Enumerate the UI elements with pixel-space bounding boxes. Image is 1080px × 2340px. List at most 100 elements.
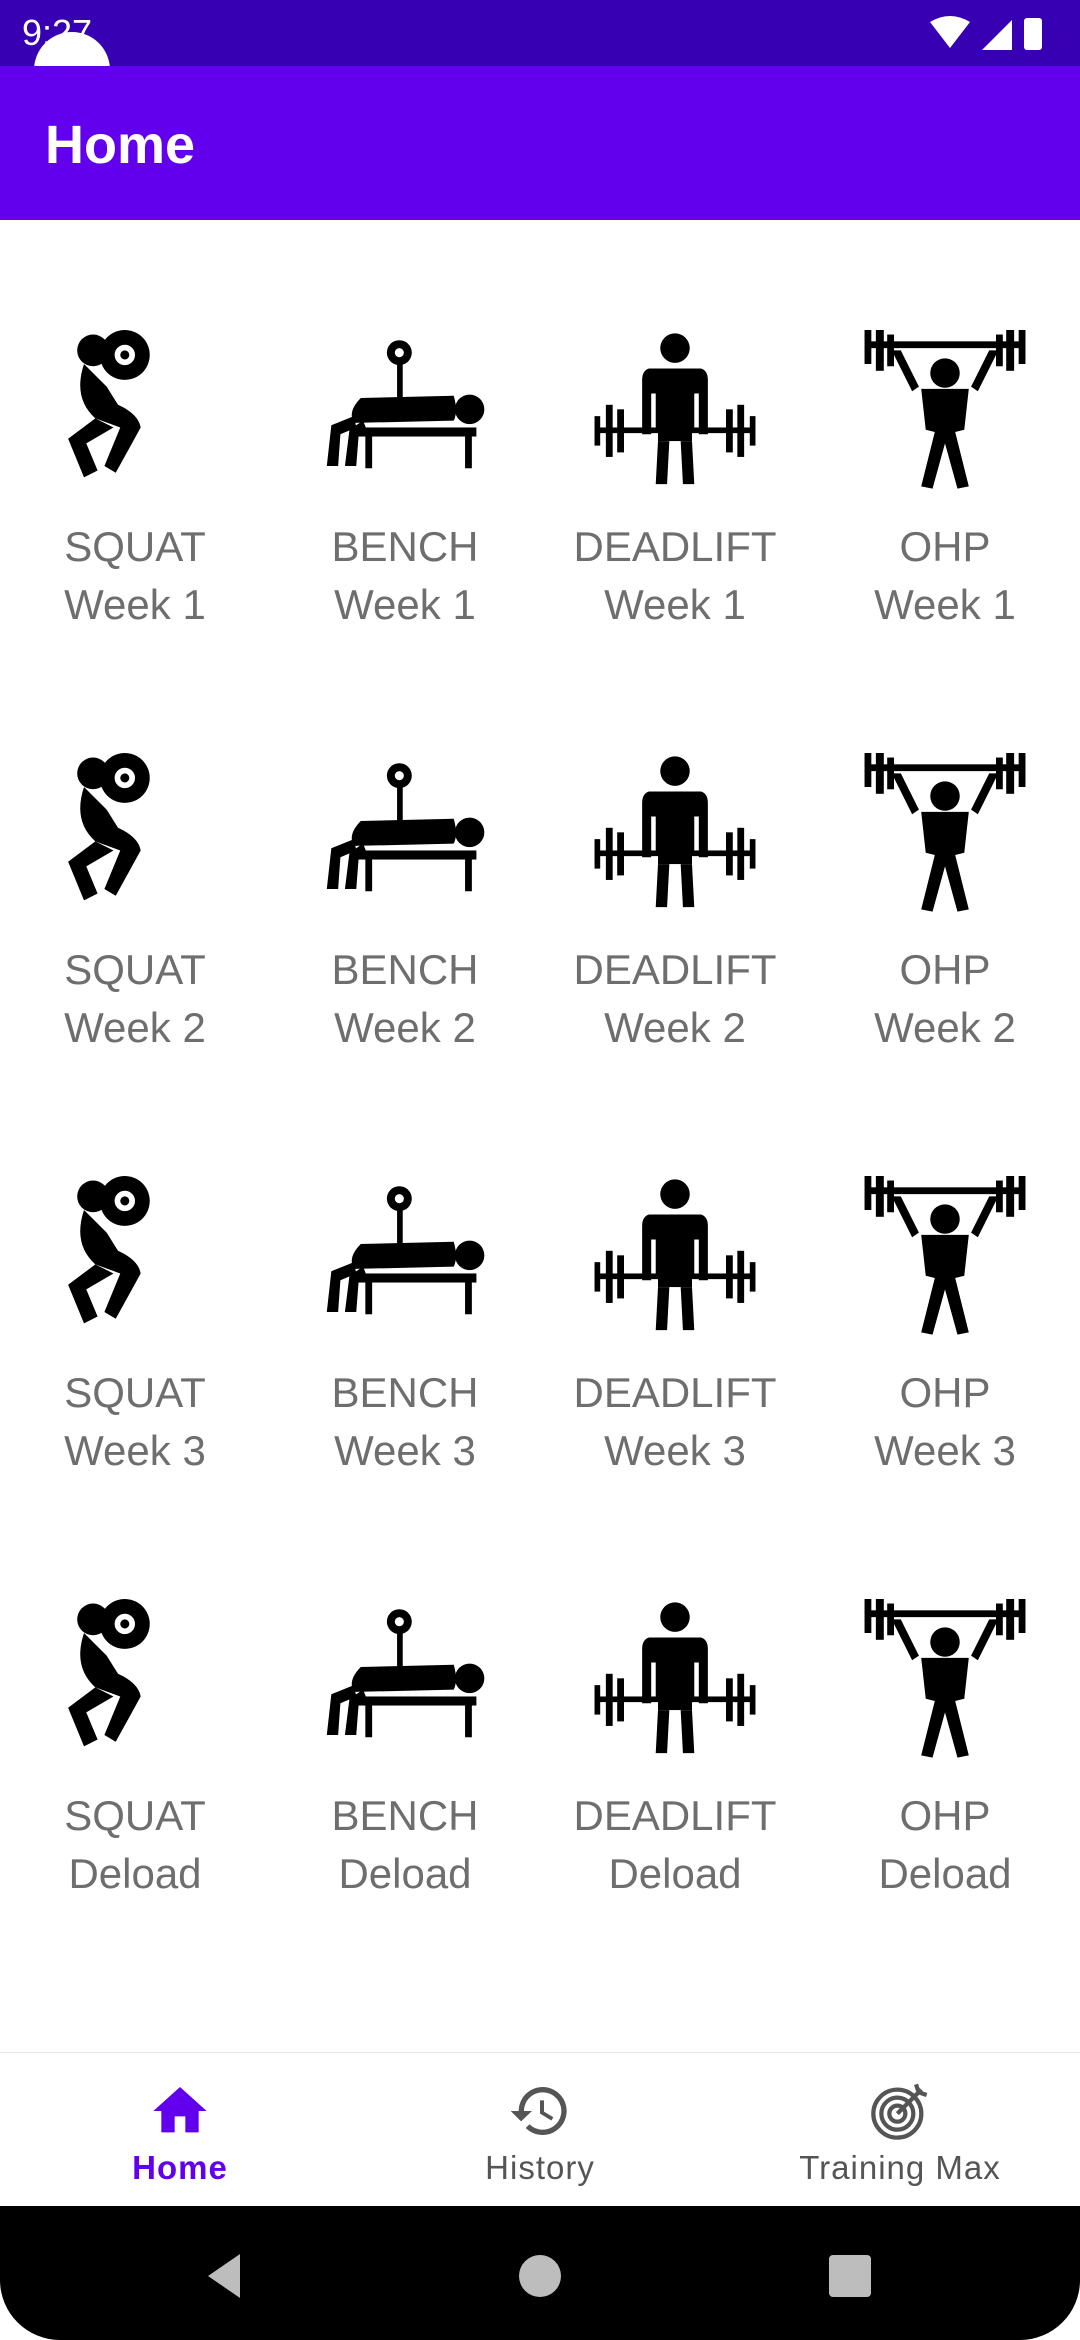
wifi-icon	[930, 16, 970, 48]
tile-label: OHP Week 1	[874, 518, 1016, 634]
tile-lift-name: DEADLIFT	[573, 946, 777, 993]
tile-week: Deload	[338, 1850, 472, 1897]
nav-item-history[interactable]: History	[360, 2053, 720, 2207]
home-icon	[153, 2087, 207, 2133]
workout-tile[interactable]: OHP Week 2	[810, 723, 1080, 1083]
bench-press-icon	[326, 340, 485, 469]
tile-lift-name: OHP	[899, 523, 991, 570]
tile-lift-name: SQUAT	[64, 1369, 206, 1416]
tile-lift-name: OHP	[899, 1369, 991, 1416]
bottom-navigation: Home History Training Max	[0, 2052, 1080, 2207]
deadlift-icon	[594, 333, 756, 485]
squat-icon	[68, 1599, 150, 1747]
tile-week: Week 1	[334, 581, 476, 628]
deadlift-icon	[594, 756, 756, 908]
target-icon	[871, 2083, 928, 2140]
workout-tile[interactable]: BENCH Week 1	[270, 300, 540, 660]
bench-press-icon	[326, 1186, 485, 1315]
tile-label: BENCH Week 2	[331, 941, 478, 1057]
tile-week: Deload	[878, 1850, 1012, 1897]
tile-label: SQUAT Week 2	[64, 941, 206, 1057]
system-navigation-bar	[0, 2206, 1080, 2340]
tile-label: DEADLIFT Week 2	[573, 941, 776, 1057]
tile-lift-name: DEADLIFT	[573, 1792, 777, 1839]
workout-tile[interactable]: BENCH Deload	[270, 1569, 540, 1929]
status-icons	[930, 16, 1042, 50]
squat-icon	[68, 330, 150, 478]
tile-lift-name: DEADLIFT	[573, 1369, 777, 1416]
page-title: Home	[45, 115, 196, 175]
tile-label: SQUAT Week 3	[64, 1364, 206, 1480]
tile-lift-name: OHP	[899, 946, 991, 993]
tile-week: Deload	[608, 1850, 742, 1897]
overhead-press-icon	[864, 330, 1026, 489]
tile-week: Week 2	[874, 1004, 1016, 1051]
deadlift-icon	[594, 1602, 756, 1754]
overhead-press-icon	[864, 1176, 1026, 1335]
workout-tile[interactable]: BENCH Week 3	[270, 1146, 540, 1506]
nav-label-home: Home	[132, 2149, 228, 2186]
tile-label: SQUAT Week 1	[64, 518, 206, 634]
tile-lift-name: OHP	[899, 1792, 991, 1839]
workout-tile[interactable]: SQUAT Week 3	[0, 1146, 270, 1506]
tile-lift-name: BENCH	[331, 946, 479, 993]
tile-week: Week 1	[64, 581, 206, 628]
tile-label: DEADLIFT Week 3	[573, 1364, 776, 1480]
home-system-button[interactable]	[510, 2246, 570, 2306]
battery-icon	[1024, 18, 1042, 50]
tile-lift-name: BENCH	[331, 1792, 479, 1839]
tile-lift-name: SQUAT	[64, 523, 206, 570]
app-bar: Home	[0, 66, 1080, 220]
tile-label: DEADLIFT Week 1	[573, 518, 776, 634]
tile-week: Week 2	[604, 1004, 746, 1051]
tile-week: Week 3	[874, 1427, 1016, 1474]
tile-week: Week 1	[604, 581, 746, 628]
tile-week: Deload	[68, 1850, 202, 1897]
workout-tile[interactable]: SQUAT Week 1	[0, 300, 270, 660]
workout-tile[interactable]: SQUAT Deload	[0, 1569, 270, 1929]
workout-tile[interactable]: BENCH Week 2	[270, 723, 540, 1083]
tile-week: Week 2	[334, 1004, 476, 1051]
workout-tile[interactable]: OHP Deload	[810, 1569, 1080, 1929]
signal-icon	[982, 20, 1012, 50]
bench-press-icon	[326, 763, 485, 892]
tile-lift-name: DEADLIFT	[573, 523, 777, 570]
history-icon	[510, 2087, 567, 2135]
back-button[interactable]	[196, 2246, 256, 2306]
tile-label: BENCH Deload	[331, 1787, 478, 1903]
squat-icon	[68, 753, 150, 901]
workout-tile[interactable]: DEADLIFT Deload	[540, 1569, 810, 1929]
workout-tile[interactable]: OHP Week 1	[810, 300, 1080, 660]
nav-label-history: History	[485, 2149, 595, 2186]
workout-tile[interactable]: OHP Week 3	[810, 1146, 1080, 1506]
tile-week: Week 3	[334, 1427, 476, 1474]
recents-button[interactable]	[820, 2246, 880, 2306]
nav-item-training-max[interactable]: Training Max	[720, 2053, 1080, 2207]
nav-label-training-max: Training Max	[799, 2149, 1001, 2186]
tile-lift-name: BENCH	[331, 1369, 479, 1416]
tile-week: Week 3	[64, 1427, 206, 1474]
deadlift-icon	[594, 1179, 756, 1331]
tile-week: Week 1	[874, 581, 1016, 628]
workout-tile[interactable]: SQUAT Week 2	[0, 723, 270, 1083]
tile-lift-name: SQUAT	[64, 946, 206, 993]
tile-label: BENCH Week 1	[331, 518, 478, 634]
tile-lift-name: SQUAT	[64, 1792, 206, 1839]
workout-tile[interactable]: DEADLIFT Week 2	[540, 723, 810, 1083]
tile-label: DEADLIFT Deload	[573, 1787, 776, 1903]
nav-item-home[interactable]: Home	[0, 2053, 360, 2207]
tile-label: BENCH Week 3	[331, 1364, 478, 1480]
tile-label: SQUAT Deload	[64, 1787, 206, 1903]
overhead-press-icon	[864, 1599, 1026, 1758]
workout-tile[interactable]: DEADLIFT Week 1	[540, 300, 810, 660]
tile-week: Week 3	[604, 1427, 746, 1474]
bench-press-icon	[326, 1609, 485, 1738]
tile-label: OHP Week 3	[874, 1364, 1016, 1480]
overhead-press-icon	[864, 753, 1026, 912]
squat-icon	[68, 1176, 150, 1324]
tile-label: OHP Deload	[878, 1787, 1011, 1903]
tile-week: Week 2	[64, 1004, 206, 1051]
status-bar: 9:27	[0, 0, 1080, 66]
workout-tile[interactable]: DEADLIFT Week 3	[540, 1146, 810, 1506]
tile-lift-name: BENCH	[331, 523, 479, 570]
